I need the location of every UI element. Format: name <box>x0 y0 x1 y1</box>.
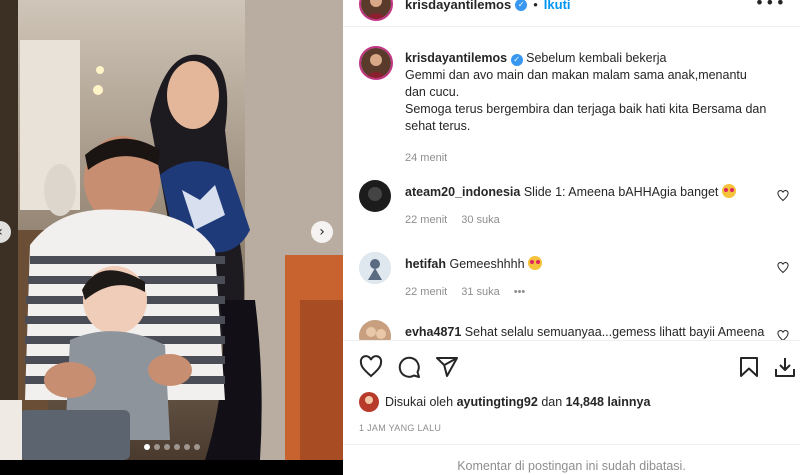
next-slide-button[interactable]: › <box>311 221 333 243</box>
comment-time[interactable]: 22 menit <box>405 214 447 226</box>
post-photo-area: ‹ › <box>0 0 343 475</box>
comments-section: krisdayantilemos ✓ Sebelum kembali beker… <box>343 40 800 340</box>
heart-eyes-emoji-icon <box>721 184 736 198</box>
comments-limited-notice: Komentar di postingan ini sudah dibatasi… <box>343 444 800 475</box>
avatar[interactable] <box>359 0 393 21</box>
slide-indicator <box>0 444 343 450</box>
slide-dot <box>193 444 200 450</box>
post-photo[interactable] <box>0 0 343 460</box>
caption-text: sehat terus. <box>405 119 471 133</box>
heart-icon[interactable] <box>359 355 383 379</box>
slide-dot <box>183 444 190 450</box>
caption-text: Gemmi dan avo main dan makan malam sama … <box>405 68 747 82</box>
header-username[interactable]: krisdayantilemos <box>405 0 511 12</box>
avatar[interactable] <box>359 46 393 80</box>
comment-username[interactable]: ateam20_indonesia <box>405 185 520 199</box>
slide-dot <box>163 444 170 450</box>
download-icon[interactable] <box>773 355 797 379</box>
caption-username[interactable]: krisdayantilemos <box>405 51 507 65</box>
comment-text: Slide 1: Ameena bAHHAgia banget <box>523 185 719 199</box>
verified-icon: ✓ <box>515 0 528 11</box>
heart-eyes-emoji-icon <box>528 256 543 270</box>
heart-icon[interactable] <box>777 330 789 340</box>
avatar[interactable] <box>359 392 379 412</box>
comment-time[interactable]: 22 menit <box>405 286 447 298</box>
slide-dot <box>143 444 150 450</box>
follow-button[interactable]: Ikuti <box>544 0 571 12</box>
slide-dot <box>173 444 180 450</box>
heart-icon[interactable] <box>777 190 789 202</box>
post-timestamp[interactable]: 1 JAM YANG LALU <box>359 423 441 433</box>
verified-icon: ✓ <box>510 53 523 66</box>
comment-text: Gemeeshhhh <box>449 257 525 271</box>
comment-username[interactable]: hetifah <box>405 257 446 271</box>
chevron-right-icon: › <box>319 224 325 240</box>
comment-text: Sehat selalu semuanyaa...gemess lihatt b… <box>464 325 765 339</box>
caption-text: Sebelum kembali bekerja <box>526 51 667 65</box>
post-sidebar: krisdayantilemos ✓ • Ikuti ••• krisdayan… <box>343 0 800 475</box>
more-options-icon[interactable]: ••• <box>755 0 786 12</box>
avatar[interactable] <box>359 180 391 212</box>
likes-and: dan <box>541 395 563 409</box>
comment-likes[interactable]: 30 suka <box>461 214 500 226</box>
photo-bottom-bar <box>0 460 343 475</box>
post-header: krisdayantilemos ✓ • Ikuti ••• <box>343 0 800 27</box>
share-icon[interactable] <box>435 355 459 379</box>
comment-more-icon[interactable]: ••• <box>514 286 526 298</box>
comment-icon[interactable] <box>397 355 421 379</box>
action-bar <box>343 340 800 392</box>
caption-time[interactable]: 24 menit <box>405 152 447 164</box>
comment-username[interactable]: evha4871 <box>405 325 461 339</box>
avatar[interactable] <box>359 320 391 340</box>
chevron-left-icon: ‹ <box>0 224 3 240</box>
separator-dot: • <box>533 0 538 12</box>
likes-count[interactable]: 14,848 lainnya <box>566 395 651 409</box>
avatar[interactable] <box>359 252 391 284</box>
slide-dot <box>153 444 160 450</box>
caption-text: dan cucu. <box>405 85 460 99</box>
likes-summary: Disukai oleh ayutingting92 dan 14,848 la… <box>359 392 650 412</box>
likes-prefix: Disukai oleh <box>385 395 454 409</box>
heart-icon[interactable] <box>777 262 789 274</box>
comment-likes[interactable]: 31 suka <box>461 286 500 298</box>
likes-user[interactable]: ayutingting92 <box>457 395 538 409</box>
caption-text: Semoga terus bergembira dan terjaga baik… <box>405 102 767 116</box>
save-icon[interactable] <box>737 355 761 379</box>
